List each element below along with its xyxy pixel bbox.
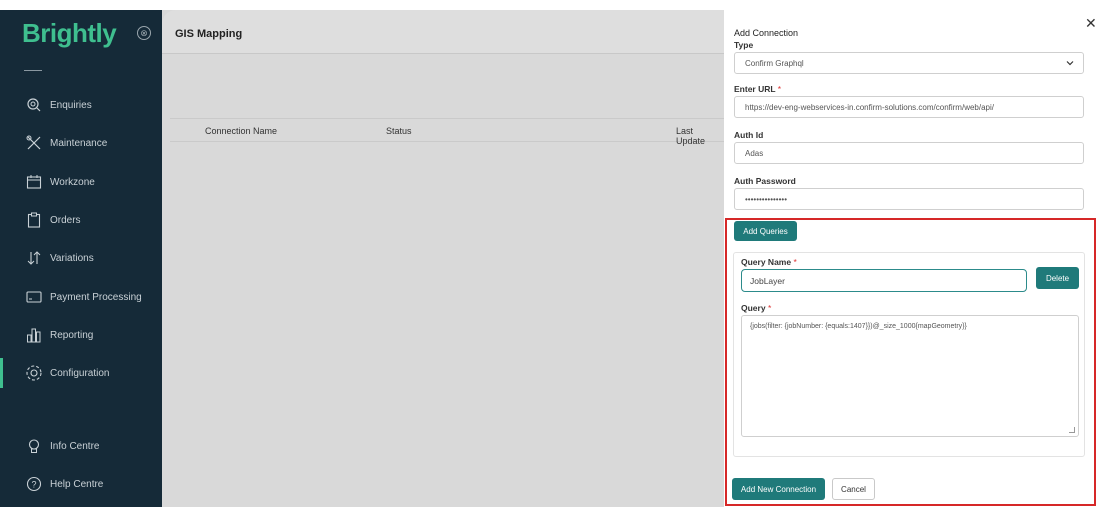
sidebar-item-label: Configuration (50, 367, 110, 379)
column-connection-name[interactable]: Connection Name (205, 126, 277, 136)
drawer-title: Add Connection (734, 28, 799, 38)
sidebar-item-label: Info Centre (50, 440, 100, 452)
auth-id-input[interactable]: Adas (734, 142, 1084, 164)
calendar-icon (24, 172, 44, 192)
sidebar-item-workzone[interactable]: Workzone (0, 167, 162, 197)
query-label: Query * (741, 303, 772, 313)
query-name-label: Query Name * (741, 257, 797, 267)
add-new-connection-button[interactable]: Add New Connection (732, 478, 825, 500)
auth-password-input[interactable]: ••••••••••••••• (734, 188, 1084, 210)
gear-icon (24, 363, 44, 383)
sidebar-item-configuration[interactable]: Configuration (0, 358, 162, 388)
close-icon[interactable]: ✕ (1085, 15, 1097, 32)
auth-id-label: Auth Id (734, 130, 764, 140)
sort-arrows-icon (24, 248, 44, 268)
sidebar: Brightly ⊗ Enquiries Maintenance Workzon… (0, 10, 162, 507)
svg-text:?: ? (31, 480, 36, 490)
auth-password-label: Auth Password (734, 176, 796, 186)
url-input[interactable]: https://dev-eng-webservices-in.confirm-s… (734, 96, 1084, 118)
clipboard-icon (24, 210, 44, 230)
bar-chart-icon (24, 325, 44, 345)
sidebar-item-label: Maintenance (50, 137, 108, 149)
column-status[interactable]: Status (386, 126, 412, 136)
table-header: Connection Name Status Last Update (170, 118, 724, 146)
page-title: GIS Mapping (175, 28, 243, 40)
card-icon (24, 287, 44, 307)
chevron-down-icon (1065, 58, 1075, 70)
main-content: GIS Mapping Connection Name Status Last … (162, 10, 724, 507)
query-name-input[interactable]: JobLayer (741, 269, 1027, 292)
cancel-button[interactable]: Cancel (832, 478, 875, 500)
sidebar-item-variations[interactable]: Variations (0, 243, 162, 273)
collapse-icon[interactable]: ⊗ (137, 26, 151, 40)
type-select-value: Confirm Graphql (745, 59, 804, 68)
help-icon: ? (24, 474, 44, 494)
resize-handle[interactable] (1069, 427, 1075, 433)
page-header: GIS Mapping (162, 10, 724, 54)
url-label: Enter URL * (734, 84, 782, 94)
sidebar-item-reporting[interactable]: Reporting (0, 320, 162, 350)
sidebar-item-label: Reporting (50, 329, 94, 341)
type-select[interactable]: Confirm Graphql (734, 52, 1084, 74)
sidebar-item-orders[interactable]: Orders (0, 205, 162, 235)
sidebar-item-info-centre[interactable]: Info Centre (0, 431, 162, 461)
enquiries-icon (24, 95, 44, 115)
sidebar-item-maintenance[interactable]: Maintenance (0, 128, 162, 158)
lightbulb-icon (24, 436, 44, 456)
query-text: {jobs(filter: {jobNumber: {equals:1407}}… (750, 323, 967, 330)
brand-logo[interactable]: Brightly (22, 18, 117, 49)
delete-button[interactable]: Delete (1036, 267, 1079, 289)
type-label: Type (734, 40, 754, 50)
sidebar-item-enquiries[interactable]: Enquiries (0, 90, 162, 120)
nav-divider (24, 70, 42, 71)
sidebar-item-label: Enquiries (50, 99, 92, 111)
add-queries-button[interactable]: Add Queries (734, 221, 797, 241)
sidebar-item-label: Help Centre (50, 478, 104, 490)
sidebar-item-payment-processing[interactable]: Payment Processing (0, 282, 162, 312)
sidebar-item-label: Variations (50, 252, 94, 264)
sidebar-item-label: Payment Processing (50, 291, 142, 303)
query-textarea[interactable]: {jobs(filter: {jobNumber: {equals:1407}}… (741, 315, 1079, 437)
app-root: Brightly ⊗ Enquiries Maintenance Workzon… (0, 0, 1100, 507)
sidebar-item-label: Workzone (50, 176, 95, 188)
sidebar-item-help-centre[interactable]: ? Help Centre (0, 469, 162, 499)
sidebar-item-label: Orders (50, 214, 81, 226)
tools-icon (24, 133, 44, 153)
column-last-update[interactable]: Last Update (676, 126, 724, 146)
